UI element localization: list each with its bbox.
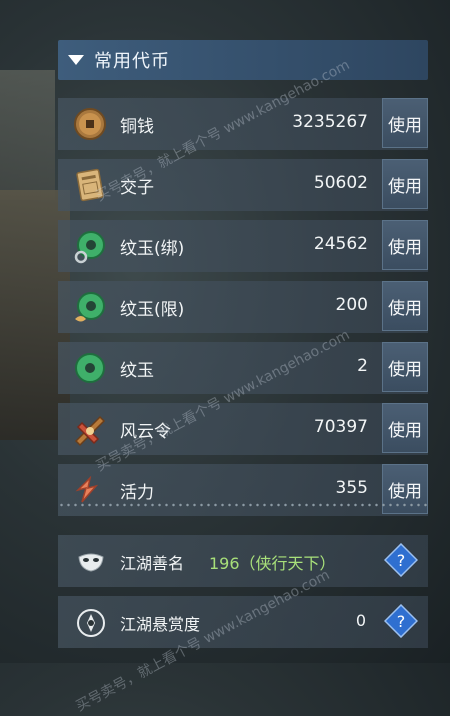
use-button[interactable]: 使用 xyxy=(382,403,428,453)
currency-name: 纹玉(绑) xyxy=(120,239,185,259)
currency-name: 风云令 xyxy=(120,422,171,442)
currency-header[interactable]: 常用代币 xyxy=(58,40,428,80)
currency-title: 常用代币 xyxy=(94,51,170,72)
use-button[interactable]: 使用 xyxy=(382,342,428,392)
use-button[interactable]: 使用 xyxy=(382,220,428,270)
reputation-name: 江湖善名 xyxy=(120,554,185,573)
currency-count: 24562 xyxy=(313,234,368,254)
fengyun-token-icon xyxy=(74,415,106,447)
use-button[interactable]: 使用 xyxy=(382,159,428,209)
background-rock-upper xyxy=(0,70,55,200)
paper-note-icon xyxy=(76,168,104,202)
currency-name: 铜钱 xyxy=(120,117,154,137)
currency-count: 50602 xyxy=(313,173,368,193)
use-button[interactable]: 使用 xyxy=(382,281,428,331)
jade-icon xyxy=(75,353,105,383)
mask-icon xyxy=(78,553,104,572)
jade-limited-icon xyxy=(75,292,105,322)
collapse-triangle-icon[interactable] xyxy=(68,55,84,65)
currency-count: 355 xyxy=(335,478,368,498)
reputation-value: 196（侠行天下） xyxy=(209,554,336,573)
currency-count: 200 xyxy=(335,295,368,315)
bounty-value: 0 xyxy=(355,611,366,630)
currency-row: 交子 50602 使用 xyxy=(58,159,428,211)
use-button[interactable]: 使用 xyxy=(382,98,428,148)
currency-row: 纹玉(绑) 24562 使用 xyxy=(58,220,428,272)
currency-row: 活力 355 使用 xyxy=(58,464,428,516)
currency-count: 70397 xyxy=(313,417,368,437)
currency-count: 3235267 xyxy=(292,112,368,132)
currency-name: 纹玉 xyxy=(120,361,154,381)
currency-name: 活力 xyxy=(120,483,154,503)
jade-bound-icon xyxy=(74,231,105,264)
currency-row: 纹玉 2 使用 xyxy=(58,342,428,394)
svg-text:?: ? xyxy=(397,612,406,631)
reputation-row: 江湖善名 196（侠行天下） ? xyxy=(58,535,428,587)
currency-panel: 常用代币 铜钱 3235267 使用 交子 50602 使用 纹玉(绑) 245… xyxy=(58,40,428,516)
currency-row: 铜钱 3235267 使用 xyxy=(58,98,428,150)
help-icon[interactable]: ? xyxy=(384,604,418,638)
section-divider xyxy=(58,503,428,507)
bounty-name: 江湖悬赏度 xyxy=(120,615,201,634)
bounty-row: 江湖悬赏度 0 ? xyxy=(58,596,428,648)
currency-list[interactable]: 铜钱 3235267 使用 交子 50602 使用 纹玉(绑) 24562 使用 xyxy=(58,98,428,523)
svg-text:?: ? xyxy=(397,551,406,570)
help-icon[interactable]: ? xyxy=(384,543,418,577)
currency-count: 2 xyxy=(357,356,368,376)
copper-coin-icon xyxy=(74,108,106,140)
currency-row: 风云令 70397 使用 xyxy=(58,403,428,455)
currency-name: 纹玉(限) xyxy=(120,300,185,320)
currency-name: 交子 xyxy=(120,178,154,198)
currency-row: 纹玉(限) 200 使用 xyxy=(58,281,428,333)
bounty-emblem-icon xyxy=(77,609,105,637)
